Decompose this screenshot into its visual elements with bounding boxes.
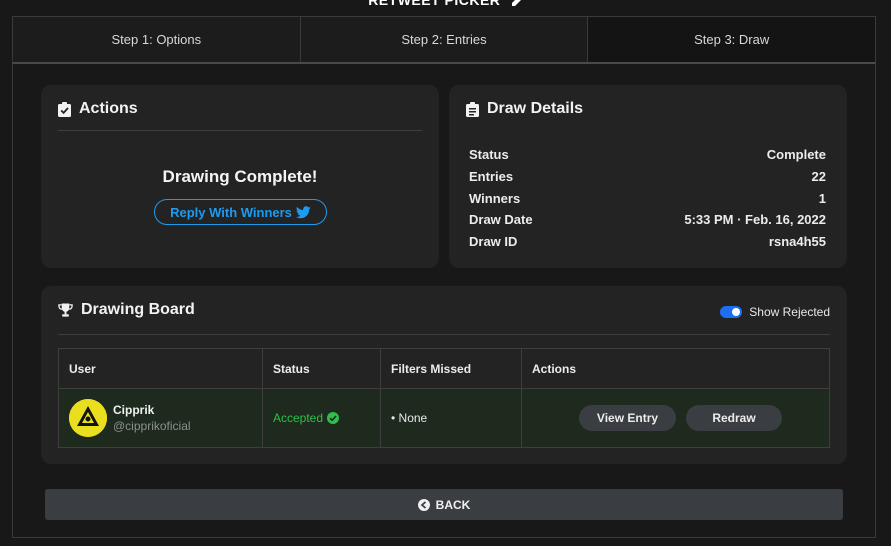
column-header-actions: Actions	[521, 348, 830, 389]
avatar[interactable]	[69, 399, 107, 437]
drawing-board-table: User Status Filters Missed Actions Cippr…	[58, 348, 830, 448]
tab-step-2-entries[interactable]: Step 2: Entries	[300, 17, 589, 62]
avatar-logo-icon	[69, 399, 107, 437]
status-text: Accepted	[273, 411, 324, 425]
show-rejected-control: Show Rejected	[720, 305, 830, 319]
back-button[interactable]: BACK	[45, 489, 843, 520]
detail-row-draw-date: Draw Date 5:33 PM · Feb. 16, 2022	[469, 212, 826, 227]
show-rejected-label: Show Rejected	[749, 305, 830, 319]
column-header-status: Status	[262, 348, 381, 389]
page-title-text: RETWEET PICKER	[368, 0, 501, 8]
actions-title-text: Actions	[79, 100, 138, 117]
user-name[interactable]: Cipprik	[113, 403, 191, 417]
actions-card-title: Actions	[58, 100, 138, 118]
detail-value: 1	[818, 191, 826, 206]
divider	[58, 130, 422, 131]
detail-value: rsna4h55	[768, 234, 826, 249]
column-header-user: User	[58, 348, 263, 389]
draw-details-title-text: Draw Details	[487, 100, 584, 117]
drawing-board-card: Drawing Board Show Rejected User Status …	[41, 286, 847, 464]
status-badge: Accepted	[273, 411, 380, 425]
draw-details-title: Draw Details	[466, 100, 583, 118]
clipboard-list-icon	[466, 101, 479, 117]
drawing-board-title-text: Drawing Board	[81, 301, 195, 318]
user-handle: @cipprikoficial	[113, 419, 191, 433]
show-rejected-toggle[interactable]	[720, 306, 743, 318]
detail-row-entries: Entries 22	[469, 169, 826, 184]
detail-label: Winners	[469, 191, 521, 206]
trophy-icon	[58, 302, 73, 317]
detail-label: Draw ID	[469, 234, 518, 249]
table-row: Cipprik @cipprikoficial Accepted • None …	[58, 388, 830, 448]
clipboard-check-icon	[58, 101, 71, 117]
table-header-row: User Status Filters Missed Actions	[58, 348, 830, 389]
check-circle-icon	[327, 412, 340, 424]
detail-row-status: Status Complete	[469, 147, 826, 162]
edit-icon	[511, 0, 522, 7]
detail-label: Status	[469, 147, 509, 162]
filters-missed-cell: • None	[380, 388, 522, 448]
tab-step-3-draw[interactable]: Step 3: Draw	[588, 17, 876, 62]
reply-with-winners-button[interactable]: Reply With Winners	[154, 199, 327, 225]
arrow-left-circle-icon	[417, 498, 430, 511]
detail-value: 5:33 PM · Feb. 16, 2022	[684, 212, 826, 227]
tab-step-1-options[interactable]: Step 1: Options	[13, 17, 301, 62]
detail-value: 22	[811, 169, 826, 184]
step-tabs: Step 1: Options Step 2: Entries Step 3: …	[12, 16, 876, 64]
detail-label: Draw Date	[469, 212, 533, 227]
divider	[58, 334, 830, 335]
detail-row-draw-id: Draw ID rsna4h55	[469, 234, 826, 249]
status-cell: Accepted	[262, 388, 381, 448]
drawing-board-title: Drawing Board	[58, 301, 195, 319]
detail-row-winners: Winners 1	[469, 191, 826, 206]
twitter-icon	[295, 205, 311, 218]
page-title: RETWEET PICKER	[0, 0, 891, 8]
actions-cell: View Entry Redraw	[521, 388, 830, 448]
actions-card: Actions Drawing Complete! Reply With Win…	[41, 85, 439, 268]
drawing-complete-message: Drawing Complete!	[162, 167, 318, 186]
detail-value: Complete	[766, 147, 826, 162]
back-button-label: BACK	[435, 497, 471, 512]
detail-label: Entries	[469, 169, 514, 184]
draw-details-card: Draw Details Status Complete Entries 22 …	[449, 85, 847, 268]
column-header-filters-missed: Filters Missed	[380, 348, 522, 389]
view-entry-button[interactable]: View Entry	[579, 405, 676, 431]
user-cell: Cipprik @cipprikoficial	[58, 388, 263, 448]
reply-button-label: Reply With Winners	[170, 204, 292, 220]
redraw-button[interactable]: Redraw	[686, 405, 782, 431]
